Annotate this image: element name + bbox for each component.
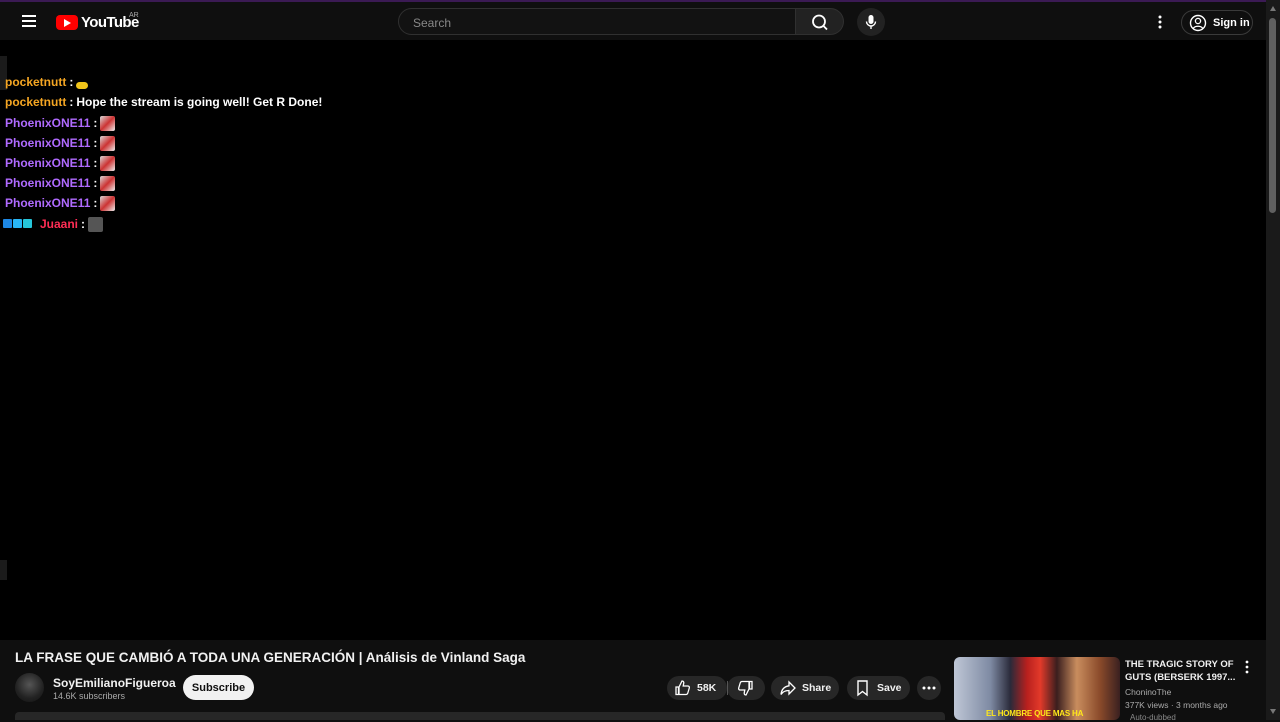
chat-message: Juaani : [40,215,104,233]
subscribe-button[interactable]: Subscribe [183,675,254,700]
voice-search-button[interactable] [857,8,885,36]
sign-in-button[interactable]: Sign in [1181,10,1253,35]
chat-author: PhoenixONE11 [5,196,91,210]
youtube-play-icon [56,14,78,30]
country-code: AR [129,12,139,19]
like-button[interactable]: 58K [667,676,727,700]
pepe-emote-icon [76,81,89,89]
search-input[interactable] [411,14,785,32]
chat-message: PhoenixONE11 : [5,174,116,192]
settings-more-button[interactable] [1150,12,1170,32]
chat-author: PhoenixONE11 [5,156,91,170]
more-vert-icon [1158,15,1162,29]
chat-message: PhoenixONE11 : [5,154,116,172]
chat-message: pocketnutt : Hope the stream is going we… [5,95,323,109]
phoenix-emote-icon [100,155,116,171]
scroll-down-icon[interactable] [1270,709,1276,714]
share-label: Share [802,682,832,694]
chat-author: pocketnutt [5,95,67,109]
menu-icon [22,15,36,17]
thumbnail-caption: EL HOMBRE QUE MAS HA [986,709,1084,718]
chat-message: PhoenixONE11 : [5,194,116,212]
share-icon [780,680,796,696]
sign-in-label: Sign in [1213,16,1250,29]
search-button[interactable] [796,8,844,35]
recommended-badge: Auto-dubbed [1130,713,1176,722]
gray-emote-icon [88,216,104,232]
save-label: Save [877,682,902,694]
scroll-up-icon[interactable] [1270,6,1276,11]
channel-name[interactable]: SoyEmilianoFigueroa [53,676,176,690]
chat-author: PhoenixONE11 [5,176,91,190]
like-dislike-divider [727,681,728,695]
badge-icon [13,219,22,228]
subscriber-count: 14.6K subscribers [53,691,126,701]
more-horiz-icon [922,686,936,690]
masthead: YouTube AR Sign in [0,2,1266,40]
like-count: 58K [697,682,717,694]
more-actions-button[interactable] [917,676,941,700]
phoenix-emote-icon [100,195,116,211]
chat-badges [3,219,32,228]
description-panel[interactable] [15,712,945,720]
recommended-channel[interactable]: ChoninoThe [1125,687,1171,697]
video-title: LA FRASE QUE CAMBIÓ A TODA UNA GENERACIÓ… [15,650,526,665]
search-box[interactable] [398,8,796,35]
more-vert-icon [1245,660,1249,674]
recommended-meta: 377K views · 3 months ago [1125,700,1228,710]
thumbs-down-icon [737,680,753,696]
search-icon [812,14,828,31]
chat-text: Hope the stream is going well! Get R Don… [76,95,323,109]
chat-author: PhoenixONE11 [5,116,91,130]
dislike-button[interactable] [727,676,765,700]
youtube-logo[interactable]: YouTube [56,12,139,32]
chat-author: PhoenixONE11 [5,136,91,150]
bookmark-add-icon [857,680,868,697]
recommended-title[interactable]: THE TRAGIC STORY OF GUTS (BERSERK 1997..… [1125,658,1237,684]
player-edge-marker [0,560,7,580]
badge-icon [3,219,12,228]
chat-author: Juaani [40,217,79,231]
phoenix-emote-icon [100,175,116,191]
guide-menu-button[interactable] [18,9,42,33]
video-player[interactable] [0,40,1266,640]
save-button[interactable]: Save [847,676,910,700]
share-button[interactable]: Share [771,676,839,700]
badge-icon [23,219,32,228]
account-icon [1189,14,1207,31]
thumbs-up-icon [675,680,691,696]
phoenix-emote-icon [100,135,116,151]
scrollbar-thumb[interactable] [1269,18,1276,213]
chat-author: pocketnutt [5,75,67,89]
recommended-menu-button[interactable] [1241,659,1253,675]
microphone-icon [865,15,877,29]
phoenix-emote-icon [100,115,116,131]
chat-message: PhoenixONE11 : [5,134,116,152]
chat-message: pocketnutt : [5,73,89,91]
channel-avatar[interactable] [15,673,44,702]
chat-message: PhoenixONE11 : [5,114,116,132]
